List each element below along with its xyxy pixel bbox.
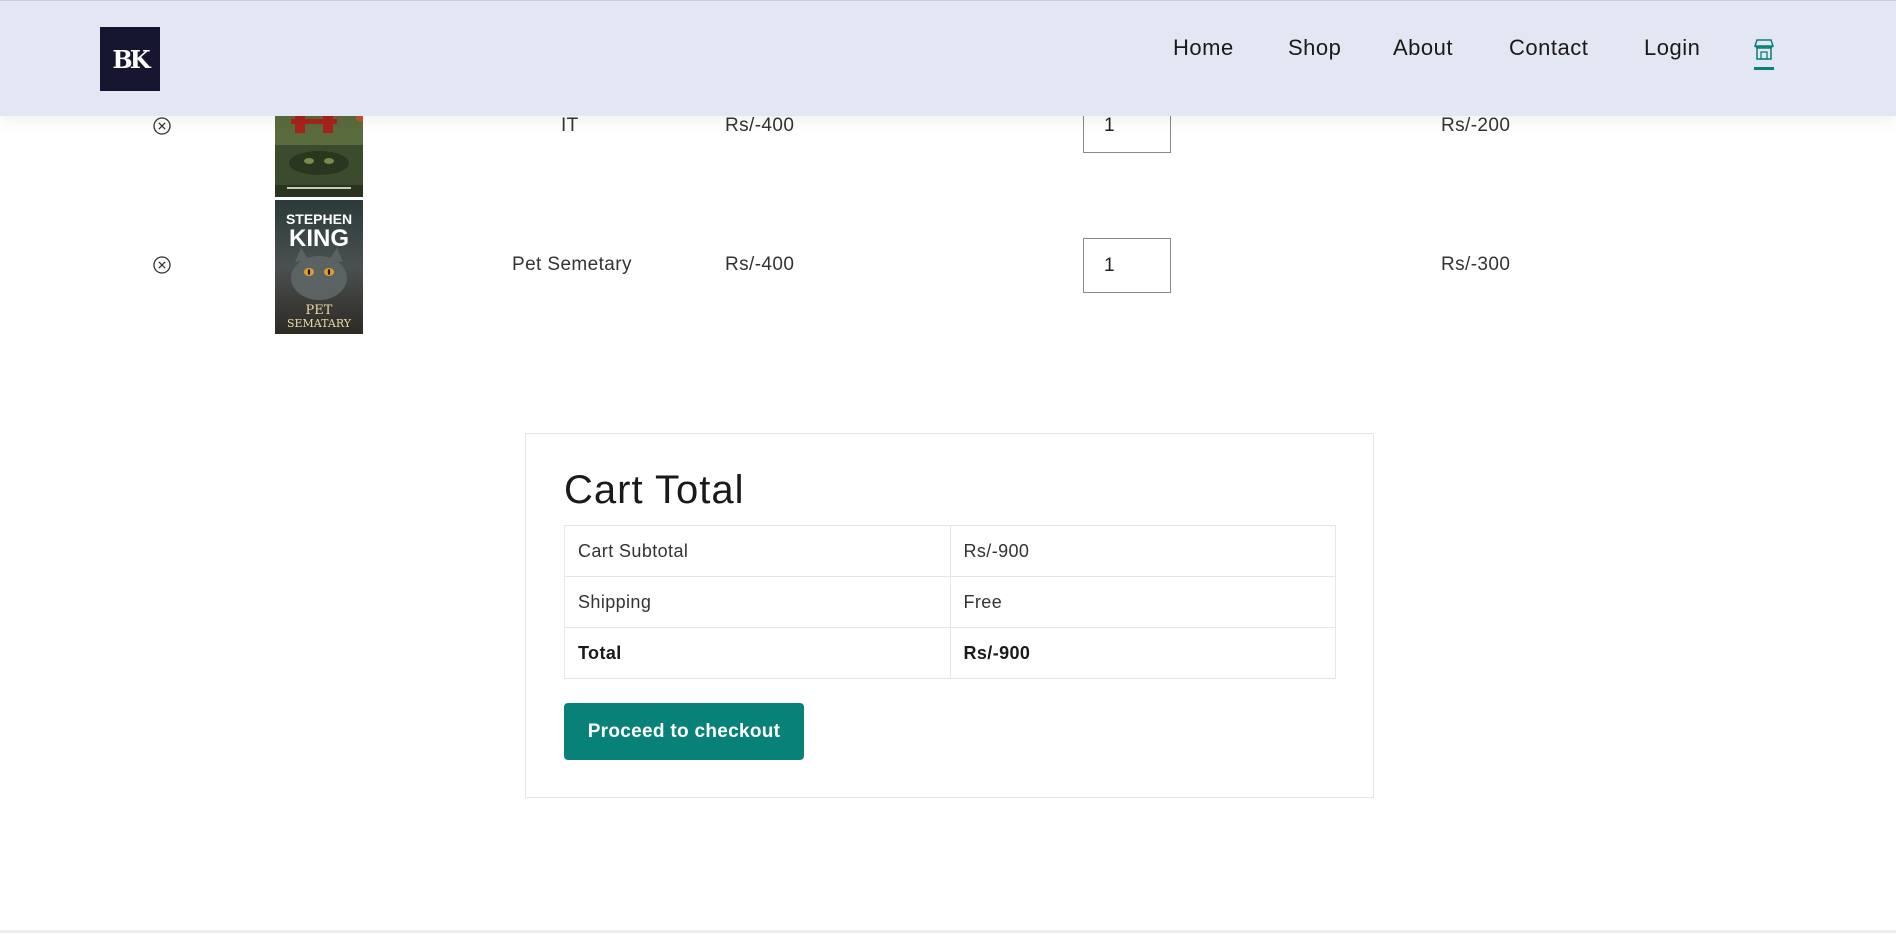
table-row: Cart Subtotal Rs/-900 (564, 525, 1336, 577)
nav-contact[interactable]: Contact (1509, 35, 1588, 61)
product-price: Rs/-400 (725, 115, 795, 136)
shipping-label: Shipping (564, 576, 951, 628)
subtotal-label: Cart Subtotal (564, 525, 951, 577)
checkout-button[interactable]: Proceed to checkout (564, 703, 804, 760)
shipping-value: Free (949, 576, 1336, 628)
remove-circle-icon[interactable] (152, 116, 172, 136)
nav-shop[interactable]: Shop (1288, 35, 1341, 61)
table-row: Shipping Free (564, 576, 1336, 628)
site-logo[interactable]: BK (100, 27, 160, 91)
product-name: IT (561, 115, 579, 136)
cart-total-box: Cart Total Cart Subtotal Rs/-900 Shippin… (525, 433, 1374, 798)
item-subtotal: Rs/-200 (1441, 115, 1511, 136)
table-row: Total Rs/-900 (564, 627, 1336, 679)
cover-author-last: KING (289, 225, 349, 252)
nav-about[interactable]: About (1393, 35, 1453, 61)
cart-row: STEPHEN KING PET SEMATARY Pet Semetary R… (0, 200, 1896, 334)
item-subtotal: Rs/-300 (1441, 254, 1511, 275)
book-cover-pet-sematary: STEPHEN KING PET SEMATARY (275, 200, 363, 334)
product-name: Pet Semetary (512, 254, 632, 275)
footer-divider (0, 930, 1896, 933)
nav-login[interactable]: Login (1644, 35, 1700, 61)
remove-circle-icon[interactable] (152, 255, 172, 275)
nav-home[interactable]: Home (1173, 35, 1234, 61)
total-label: Total (564, 627, 951, 679)
cover-title-first: PET (306, 303, 333, 318)
cart-total-title: Cart Total (564, 468, 745, 512)
cart-total-table: Cart Subtotal Rs/-900 Shipping Free Tota… (564, 525, 1336, 679)
book-cover-it (275, 115, 363, 197)
site-header: BK Home Shop About Contact Login (0, 0, 1896, 116)
quantity-input[interactable] (1083, 238, 1171, 293)
active-underline (1754, 67, 1774, 70)
total-value: Rs/-900 (949, 627, 1336, 679)
product-price: Rs/-400 (725, 254, 795, 275)
cover-title-second: SEMATARY (287, 317, 352, 330)
subtotal-value: Rs/-900 (949, 525, 1336, 577)
shop-bag-icon[interactable] (1752, 37, 1776, 71)
